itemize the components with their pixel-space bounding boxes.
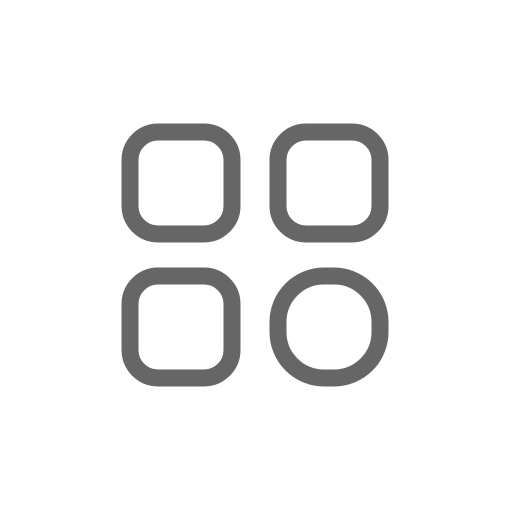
tile-top-left xyxy=(121,123,241,243)
tile-bottom-left xyxy=(121,267,241,387)
canvas xyxy=(0,0,512,512)
apps-grid-icon xyxy=(0,0,512,512)
apps-grid-icon-svg xyxy=(121,123,389,387)
tile-top-right xyxy=(269,123,389,243)
tile-bottom-right xyxy=(269,267,389,387)
